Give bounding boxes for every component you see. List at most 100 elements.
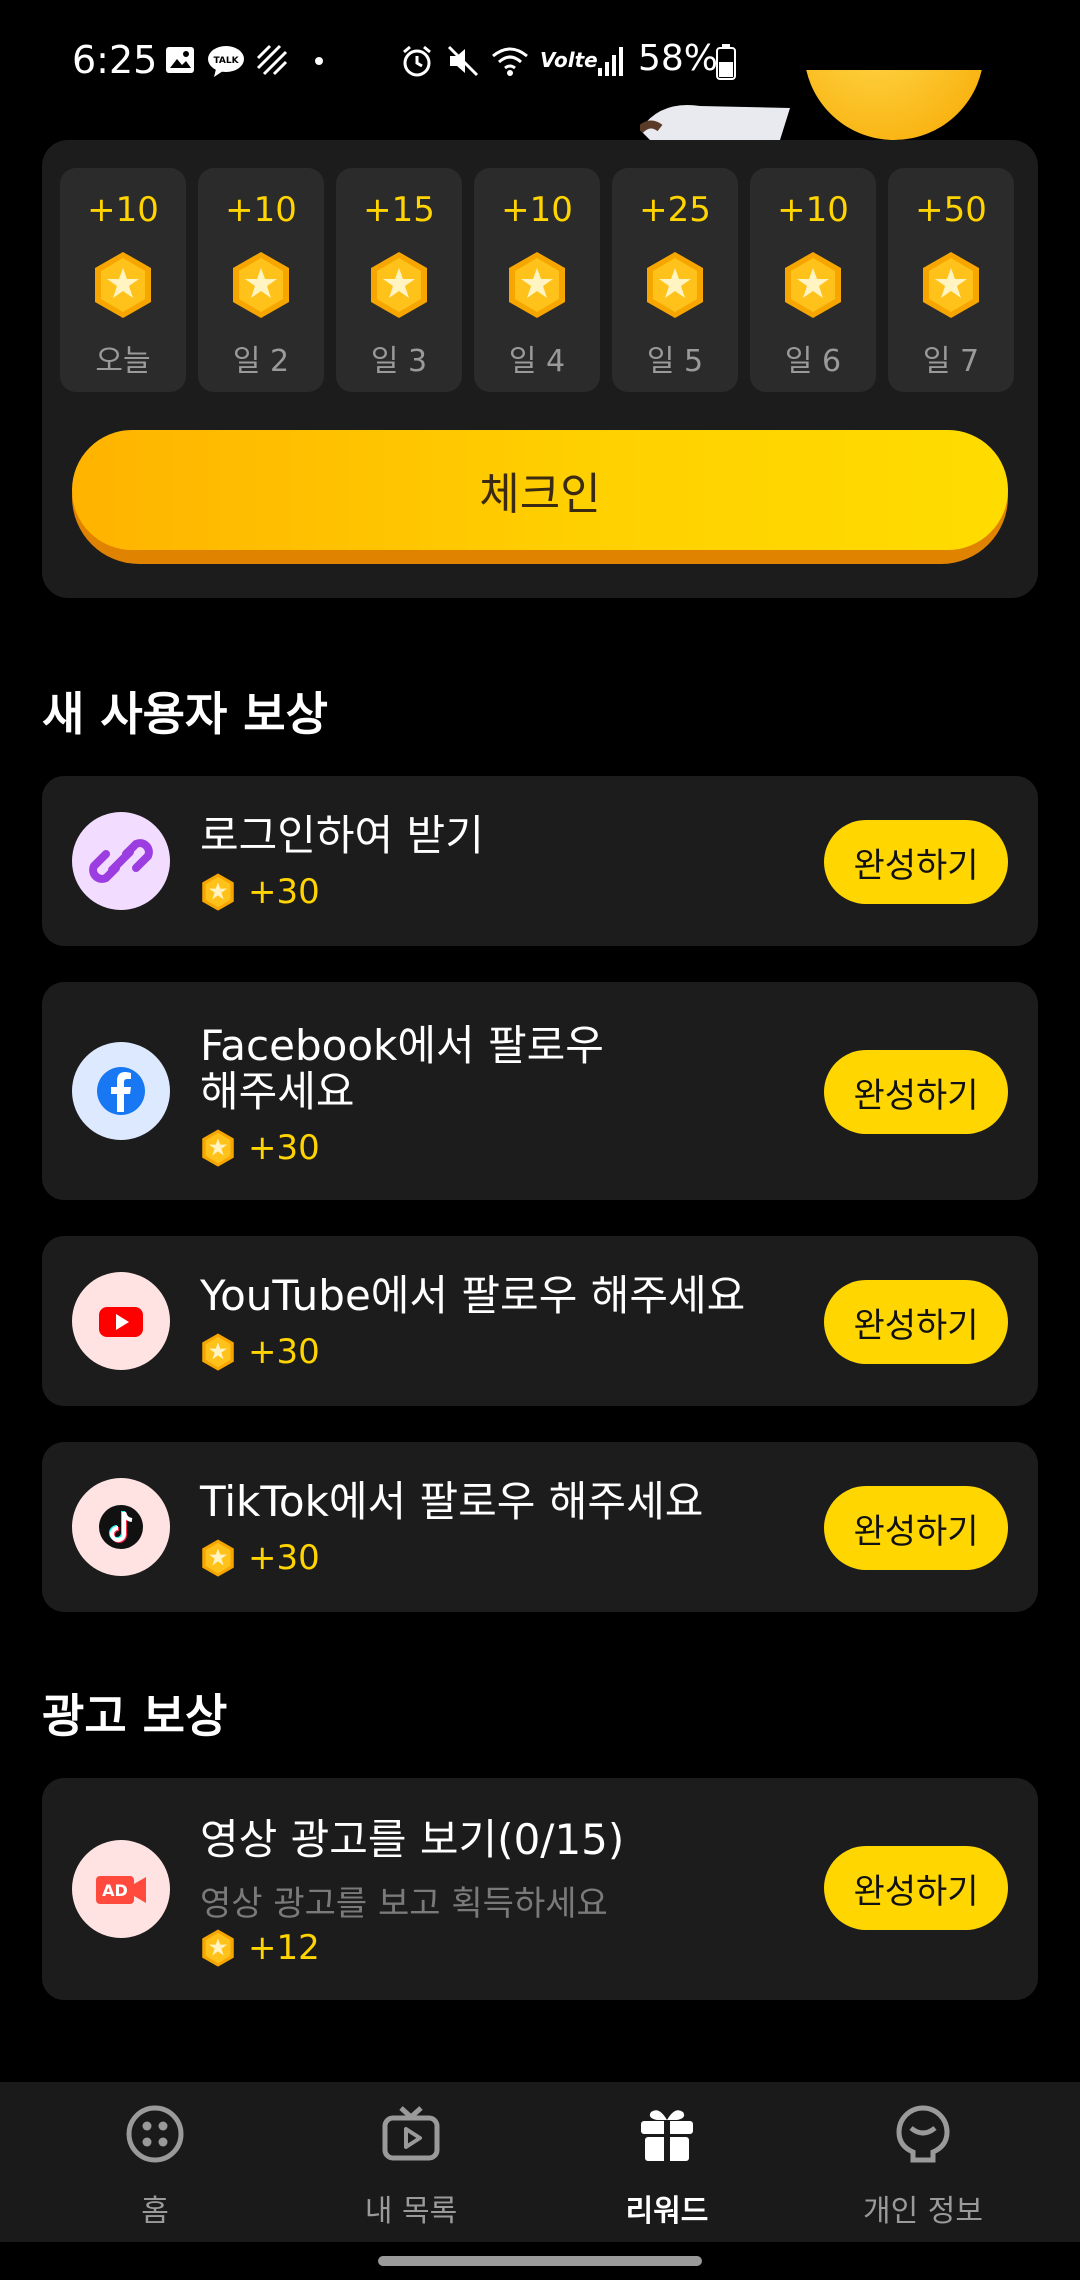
checkin-day-5: +25 일 5 xyxy=(612,168,738,392)
home-icon xyxy=(126,2105,184,2163)
task-title-line1: Facebook에서 팔로우 xyxy=(200,1021,604,1070)
checkin-button[interactable]: 체크인 xyxy=(72,430,1008,564)
section-title-ad: 광고 보상 xyxy=(42,1689,228,1743)
mute-icon xyxy=(447,45,479,77)
reward-coin-illustration xyxy=(804,70,984,140)
coin-icon xyxy=(233,252,289,318)
task-reward-points: +30 xyxy=(248,1128,320,1168)
day-points: +50 xyxy=(915,190,987,230)
battery-percent: 58% xyxy=(638,38,719,79)
complete-button[interactable]: 완성하기 xyxy=(824,1846,1008,1930)
coin-icon xyxy=(202,1129,234,1167)
complete-button[interactable]: 완성하기 xyxy=(824,820,1008,904)
day-label: 일 5 xyxy=(646,344,704,379)
facebook-icon xyxy=(72,1042,170,1140)
nav-label: 개인 정보 xyxy=(863,2194,983,2229)
link-icon xyxy=(72,812,170,910)
day-points: +10 xyxy=(87,190,159,230)
coin-icon xyxy=(202,873,234,911)
task-title: 영상 광고를 보기(0/15) xyxy=(200,1815,625,1864)
checkin-day-4: +10 일 4 xyxy=(474,168,600,392)
coin-icon xyxy=(785,252,841,318)
task-reward: +30 xyxy=(200,872,320,912)
coin-icon xyxy=(202,1929,234,1967)
task-subtitle: 영상 광고를 보고 획득하세요 xyxy=(200,1884,608,1924)
nav-profile[interactable]: 개인 정보 xyxy=(788,2082,1058,2242)
tv-icon xyxy=(382,2106,440,2161)
day-label: 일 7 xyxy=(922,344,980,379)
coin-icon xyxy=(371,252,427,318)
video-ad-icon: AD xyxy=(72,1840,170,1938)
home-indicator[interactable] xyxy=(378,2256,702,2266)
coin-icon xyxy=(202,1333,234,1371)
day-label: 일 4 xyxy=(508,344,566,379)
complete-button[interactable]: 완성하기 xyxy=(824,1280,1008,1364)
ad-icon-text: AD xyxy=(102,1881,128,1900)
day-points: +10 xyxy=(501,190,573,230)
coin-icon xyxy=(923,252,979,318)
nav-label: 내 목록 xyxy=(364,2194,458,2229)
task-reward: +30 xyxy=(200,1332,320,1372)
day-points: +10 xyxy=(225,190,297,230)
gallery-icon xyxy=(166,47,194,73)
task-reward: +30 xyxy=(200,1538,320,1578)
nav-label: 리워드 xyxy=(625,2194,709,2229)
alarm-icon xyxy=(403,45,431,77)
day-points: +15 xyxy=(363,190,435,230)
signal-icon xyxy=(598,47,623,76)
task-title: 로그인하여 받기 xyxy=(200,811,484,860)
day-label: 일 2 xyxy=(232,344,290,379)
complete-button[interactable]: 완성하기 xyxy=(824,1050,1008,1134)
nav-my-list[interactable]: 내 목록 xyxy=(276,2082,546,2242)
checkin-card: +10 오늘 +10 일 2 +15 일 3 +10 일 4 +25 일 5 +… xyxy=(42,140,1038,598)
nav-rewards[interactable]: 리워드 xyxy=(532,2082,802,2242)
checkin-button-label: 체크인 xyxy=(72,430,1008,550)
character-illustration xyxy=(640,105,790,140)
task-tiktok: TikTok에서 팔로우 해주세요 +30 완성하기 xyxy=(42,1442,1038,1612)
checkin-day-7: +50 일 7 xyxy=(888,168,1014,392)
section-title-new-user: 새 사용자 보상 xyxy=(42,687,328,741)
complete-button[interactable]: 완성하기 xyxy=(824,1486,1008,1570)
dot-icon xyxy=(315,57,323,65)
coin-icon xyxy=(647,252,703,318)
kakaotalk-icon: TALK xyxy=(208,46,244,77)
volte-label: Volte xyxy=(540,48,598,72)
day-points: +25 xyxy=(639,190,711,230)
task-reward-points: +12 xyxy=(248,1928,320,1968)
nav-home[interactable]: 홈 xyxy=(20,2082,290,2242)
battery-icon xyxy=(716,44,736,80)
task-login: 로그인하여 받기 +30 완성하기 xyxy=(42,776,1038,946)
nav-label: 홈 xyxy=(141,2194,169,2229)
task-reward-points: +30 xyxy=(248,872,320,912)
profile-icon xyxy=(896,2105,950,2163)
task-title: YouTube에서 팔로우 해주세요 xyxy=(200,1271,746,1320)
task-reward: +12 xyxy=(200,1928,320,1968)
youtube-icon xyxy=(72,1272,170,1370)
status-time: 6:25 xyxy=(72,38,158,82)
checkin-day-3: +15 일 3 xyxy=(336,168,462,392)
stripes-icon xyxy=(256,44,288,76)
checkin-day-6: +10 일 6 xyxy=(750,168,876,392)
task-facebook: Facebook에서 팔로우 해주세요 +30 완성하기 xyxy=(42,982,1038,1200)
day-points: +10 xyxy=(777,190,849,230)
task-reward-points: +30 xyxy=(248,1332,320,1372)
gift-icon xyxy=(641,2110,693,2161)
svg-text:TALK: TALK xyxy=(213,56,239,66)
coin-icon xyxy=(202,1539,234,1577)
task-title: TikTok에서 팔로우 해주세요 xyxy=(200,1477,704,1526)
task-video-ad: AD 영상 광고를 보기(0/15) 영상 광고를 보고 획득하세요 +12 완… xyxy=(42,1778,1038,2000)
day-label: 일 6 xyxy=(784,344,842,379)
bottom-nav: 홈 내 목록 리워드 개인 정보 xyxy=(0,2082,1080,2242)
tiktok-icon xyxy=(72,1478,170,1576)
wifi-icon xyxy=(492,47,528,76)
day-label: 일 3 xyxy=(370,344,428,379)
day-label: 오늘 xyxy=(95,344,151,379)
coin-icon xyxy=(509,252,565,318)
task-reward-points: +30 xyxy=(248,1538,320,1578)
section-title-next-peek xyxy=(42,2066,282,2082)
coin-icon xyxy=(95,252,151,318)
task-title-line2: 해주세요 xyxy=(200,1067,355,1116)
task-youtube: YouTube에서 팔로우 해주세요 +30 완성하기 xyxy=(42,1236,1038,1406)
task-reward: +30 xyxy=(200,1128,320,1168)
checkin-day-1: +10 오늘 xyxy=(60,168,186,392)
